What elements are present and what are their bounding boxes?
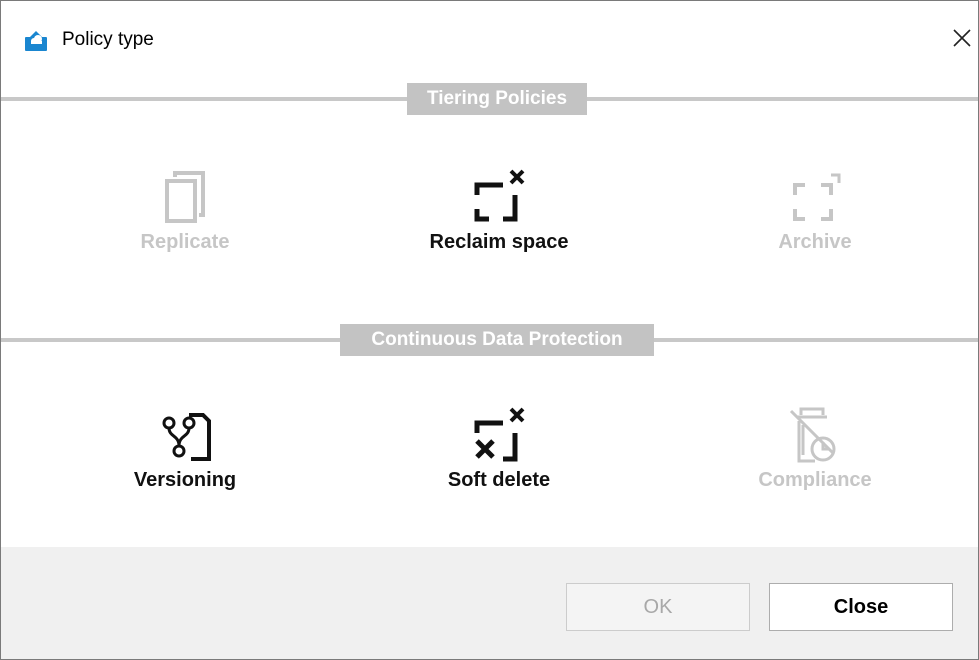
archive-icon <box>793 173 841 221</box>
policy-tile-replicate[interactable]: Replicate <box>55 161 315 261</box>
close-window-icon[interactable] <box>947 23 977 53</box>
tile-label-archive: Archive <box>778 231 852 253</box>
policy-tile-reclaim-space[interactable]: Reclaim space <box>369 161 629 261</box>
tile-label-replicate: Replicate <box>140 231 230 253</box>
dialog-footer: OK Close <box>1 547 978 659</box>
tile-label-compliance: Compliance <box>758 469 872 491</box>
tile-label-soft-delete: Soft delete <box>447 469 551 491</box>
compliance-icon <box>789 407 836 463</box>
ok-button[interactable]: OK <box>566 583 750 631</box>
policy-tile-soft-delete[interactable]: Soft delete <box>369 403 629 503</box>
title-bar: Policy type <box>1 1 978 79</box>
close-button[interactable]: Close <box>769 583 953 631</box>
versioning-icon <box>162 413 211 461</box>
section-title-tiering: Tiering Policies <box>407 83 587 115</box>
policy-type-dialog: Policy type Tiering Policies Replicate R… <box>0 0 979 660</box>
replicate-icon <box>165 171 205 223</box>
reclaim-space-icon <box>474 169 525 222</box>
soft-delete-icon <box>474 407 525 462</box>
tile-label-versioning: Versioning <box>133 469 237 491</box>
app-cloud-icon <box>25 31 47 51</box>
policy-tile-versioning[interactable]: Versioning <box>55 403 315 503</box>
section-title-cdp: Continuous Data Protection <box>340 324 654 356</box>
policy-tile-compliance[interactable]: Compliance <box>685 403 945 503</box>
dialog-title: Policy type <box>62 29 154 50</box>
policy-tile-archive[interactable]: Archive <box>685 161 945 261</box>
tile-label-reclaim-space: Reclaim space <box>429 231 569 253</box>
